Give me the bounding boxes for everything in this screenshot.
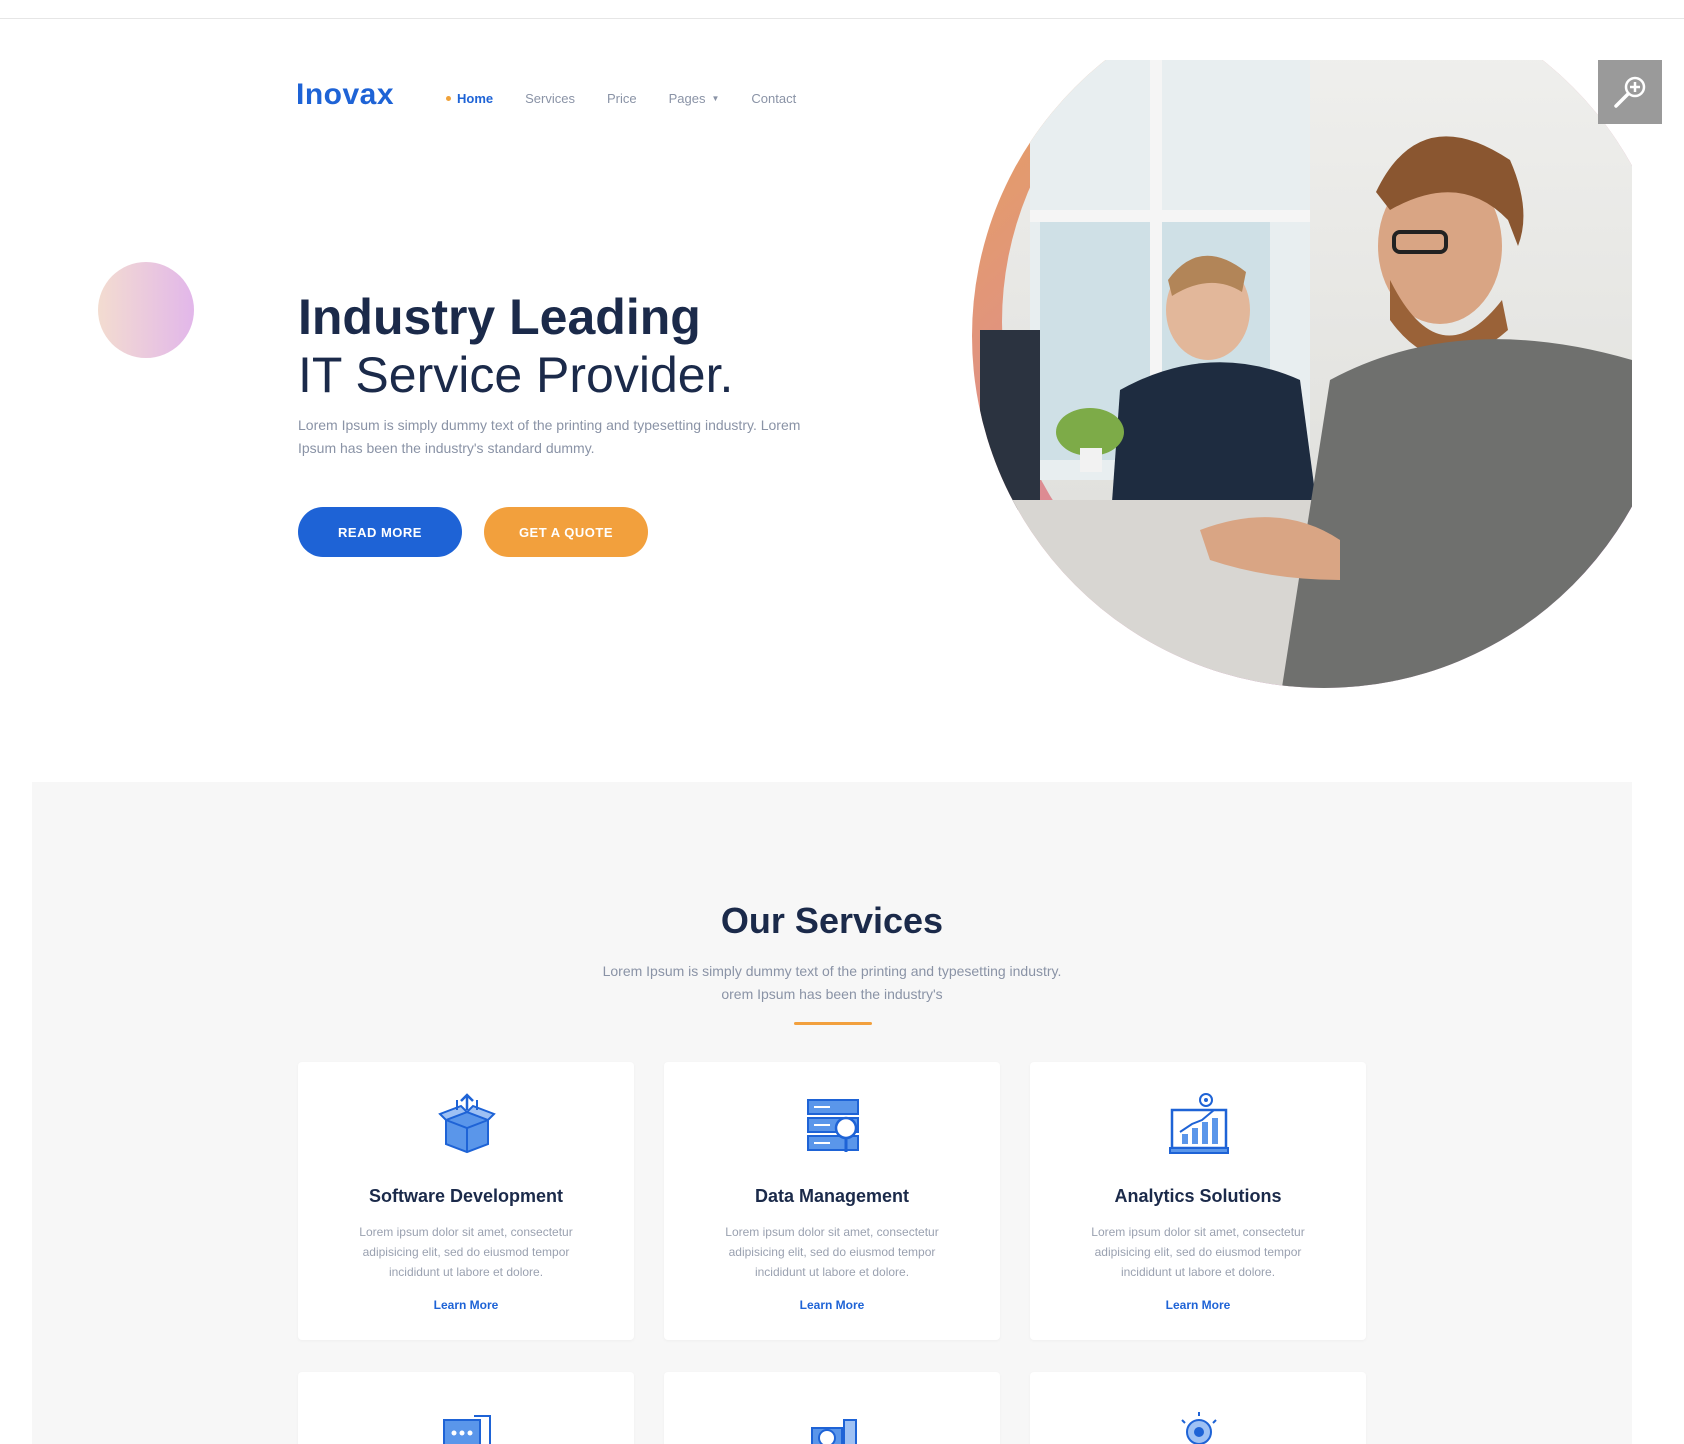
card-title: Data Management: [754, 1186, 910, 1206]
service-card-row2-3: [1030, 1372, 1366, 1444]
decorative-blue-circle-clip: [32, 440, 232, 710]
decorative-pink-circle: [98, 262, 194, 358]
nav-item-services[interactable]: Services: [525, 91, 575, 106]
service-card-row2-2: [664, 1372, 1000, 1444]
read-more-button[interactable]: READ MORE: [298, 507, 462, 557]
top-divider: [0, 18, 1684, 19]
service-card-analytics: Analytics Solutions Lorem ipsum dolor si…: [1030, 1062, 1366, 1340]
magnify-plus-icon: [1614, 76, 1646, 108]
gear-device-icon: [811, 1419, 857, 1444]
zoom-button[interactable]: [1598, 60, 1662, 124]
service-card-row2-1: [298, 1372, 634, 1444]
page: Inovax Home Services Price Pages ▼ Conta…: [0, 0, 1684, 1444]
nav-item-price[interactable]: Price: [607, 91, 637, 106]
hero-description: Lorem Ipsum is simply dummy text of the …: [298, 417, 801, 456]
hero-title-line2: IT Service Provider.: [298, 347, 734, 403]
get-quote-button[interactable]: GET A QUOTE: [484, 507, 648, 557]
lightbulb-person-icon: [1181, 1412, 1217, 1444]
learn-more-link[interactable]: Learn More: [664, 1298, 1000, 1312]
learn-more-link[interactable]: Learn More: [298, 1298, 634, 1312]
services-title: Our Services: [720, 900, 944, 941]
nav-item-label: Home: [457, 91, 494, 106]
services-section: Our Services Lorem Ipsum is simply dummy…: [32, 782, 1632, 1444]
box-upload-icon: [438, 1093, 496, 1154]
services-divider: [794, 1022, 872, 1025]
card-text: Lorem ipsum dolor sit amet, consectetur …: [1091, 1225, 1305, 1279]
services-subtitle: Lorem Ipsum is simply dummy text of the …: [602, 963, 1062, 1002]
nav-item-label: Services: [525, 91, 575, 106]
active-dot-icon: [446, 96, 451, 101]
chart-laptop-icon: [1169, 1093, 1229, 1154]
chat-monitor-icon: [443, 1415, 491, 1444]
learn-more-link[interactable]: Learn More: [1030, 1298, 1366, 1312]
service-card-software: Software Development Lorem ipsum dolor s…: [298, 1062, 634, 1340]
main-nav: Home Services Price Pages ▼ Contact: [446, 91, 796, 106]
nav-item-home[interactable]: Home: [446, 91, 493, 106]
nav-item-label: Contact: [751, 91, 797, 106]
hero-photo-illustration: [972, 60, 1632, 688]
hero-title-line1: Industry Leading: [298, 289, 701, 345]
nav-item-pages[interactable]: Pages ▼: [669, 91, 720, 106]
hero-image: [920, 60, 1632, 690]
caret-down-icon: ▼: [711, 94, 720, 103]
card-text: Lorem ipsum dolor sit amet, consectetur …: [725, 1225, 939, 1279]
nav-item-contact[interactable]: Contact: [751, 91, 796, 106]
server-search-icon: [807, 1099, 859, 1152]
service-card-data: Data Management Lorem ipsum dolor sit am…: [664, 1062, 1000, 1340]
card-title: Software Development: [368, 1186, 564, 1206]
card-text: Lorem ipsum dolor sit amet, consectetur …: [359, 1225, 573, 1279]
nav-item-label: Pages: [668, 91, 706, 106]
nav-item-label: Price: [606, 91, 637, 106]
logo[interactable]: Inovax: [296, 78, 394, 112]
card-title: Analytics Solutions: [1114, 1186, 1282, 1206]
